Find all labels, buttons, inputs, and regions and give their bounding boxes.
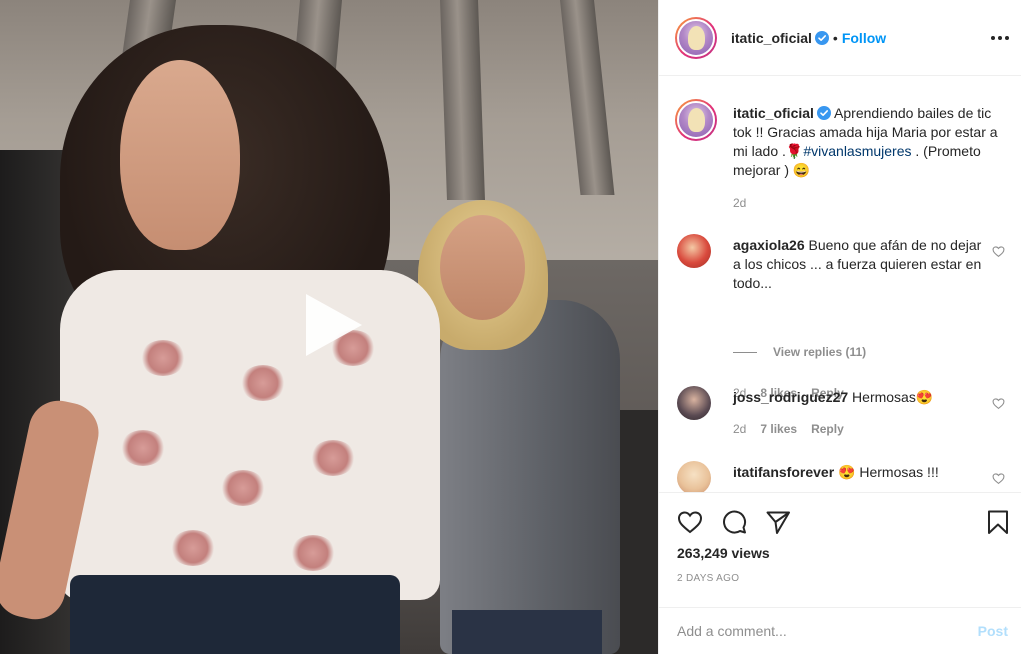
caption-time: 2d: [733, 196, 747, 210]
follow-button[interactable]: Follow: [842, 30, 886, 46]
comment-username[interactable]: joss_rodriguez27: [733, 389, 848, 405]
post-button[interactable]: Post: [978, 623, 1008, 639]
share-icon[interactable]: [765, 509, 791, 535]
play-button[interactable]: [298, 290, 368, 360]
avatar-image: [677, 19, 715, 57]
post-actions: 263,249 views 2 DAYS AGO: [659, 492, 1021, 607]
video-person: [120, 60, 240, 250]
comment-username[interactable]: itatifansforever: [733, 464, 834, 480]
comment-likes[interactable]: 7 likes: [760, 422, 797, 436]
comment-item: joss_rodriguez27 Hermosas😍 2d 7 likes Repl…: [675, 386, 1005, 446]
caption-username[interactable]: itatic_oficial: [733, 105, 814, 121]
more-icon[interactable]: [990, 28, 1010, 48]
post-date[interactable]: 2 DAYS AGO: [677, 573, 739, 584]
avatar[interactable]: [677, 234, 711, 268]
post-header: itatic_oficial • Follow: [659, 0, 1021, 76]
hashtag-link[interactable]: #vivanlasmujeres: [803, 143, 911, 159]
shirt-pattern: [140, 340, 186, 376]
views-count[interactable]: 263,249 views: [677, 545, 770, 561]
play-icon: [306, 294, 362, 356]
avatar[interactable]: [677, 386, 711, 420]
view-replies-button[interactable]: View replies (11): [733, 345, 866, 359]
comment-text: joss_rodriguez27 Hermosas😍: [733, 388, 983, 407]
view-replies-label: View replies (11): [773, 345, 867, 359]
verified-icon: [814, 31, 829, 45]
comment-item: itatifansforever 😍 Hermosas !!!: [675, 461, 1005, 492]
comment-time: 2d: [733, 422, 747, 436]
avatar[interactable]: [675, 17, 717, 59]
comment-body: 😍 Hermosas !!!: [838, 464, 939, 480]
caption-text: itatic_oficial Aprendiendo bailes de tic…: [733, 104, 1001, 180]
video-person: [70, 575, 400, 654]
header-user-line: itatic_oficial • Follow: [731, 30, 886, 46]
comment-icon[interactable]: [721, 509, 747, 535]
comment-meta: 2d 7 likes Reply: [733, 422, 858, 436]
bookmark-icon[interactable]: [985, 509, 1011, 535]
post-side-panel: itatic_oficial • Follow itatic_oficial Apr…: [658, 0, 1021, 654]
shirt-pattern: [290, 535, 336, 571]
comment-input[interactable]: [677, 619, 947, 643]
verified-icon: [816, 106, 831, 120]
header-separator: •: [832, 30, 838, 46]
header-username[interactable]: itatic_oficial: [731, 30, 812, 46]
comment-text: itatifansforever 😍 Hermosas !!!: [733, 463, 983, 482]
heart-icon[interactable]: [992, 245, 1005, 258]
video-person: [440, 300, 620, 654]
shirt-pattern: [170, 530, 216, 566]
replies-divider: [733, 352, 757, 354]
comment-text: agaxiola26 Bueno que afán de no dejar a …: [733, 236, 983, 293]
video-person: [452, 610, 602, 654]
avatar[interactable]: [675, 99, 717, 141]
video-player[interactable]: [0, 0, 658, 654]
add-comment-bar: Post: [659, 607, 1021, 654]
comment-username[interactable]: agaxiola26: [733, 237, 805, 253]
comment-item: agaxiola26 Bueno que afán de no dejar a …: [675, 234, 1005, 400]
reply-button[interactable]: Reply: [811, 422, 844, 436]
avatar[interactable]: [677, 461, 711, 492]
heart-icon[interactable]: [677, 509, 703, 535]
video-person: [60, 270, 440, 600]
video-beam: [440, 0, 485, 200]
comment-body: Hermosas😍: [852, 389, 934, 405]
shirt-pattern: [240, 365, 286, 401]
avatar-image: [677, 101, 715, 139]
heart-icon[interactable]: [992, 472, 1005, 485]
video-person: [440, 215, 525, 320]
shirt-pattern: [120, 430, 166, 466]
shirt-pattern: [310, 440, 356, 476]
comments-list[interactable]: itatic_oficial Aprendiendo bailes de tic…: [659, 77, 1021, 492]
heart-icon[interactable]: [992, 397, 1005, 410]
shirt-pattern: [220, 470, 266, 506]
